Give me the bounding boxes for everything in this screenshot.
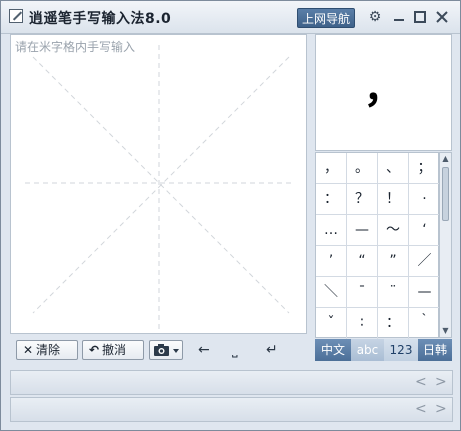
space-icon[interactable]: ⎵ (232, 343, 238, 357)
undo-label: 撤消 (102, 343, 127, 357)
pen-app-icon (9, 9, 23, 23)
symbol-cell[interactable]: ¨ (378, 277, 409, 308)
close-icon[interactable] (434, 8, 450, 26)
clear-button[interactable]: ✕ 清除 (16, 340, 78, 360)
prev-candidates-icon[interactable]: < (415, 402, 427, 417)
preview-character: ， (363, 66, 404, 112)
symbol-cell[interactable]: ～ (378, 215, 409, 246)
window-title: 逍遥笔手写输入法8.0 (29, 11, 172, 27)
symbol-cell[interactable]: ” (378, 246, 409, 277)
prev-candidates-icon[interactable]: < (415, 375, 427, 390)
symbol-cell[interactable]: ； (409, 153, 440, 184)
symbol-cell[interactable]: 。 (347, 153, 378, 184)
symbol-cell[interactable]: ： (378, 308, 409, 339)
maximize-icon[interactable] (412, 8, 428, 26)
symbol-cell[interactable]: “ (347, 246, 378, 277)
web-navigation-button[interactable]: 上网导航 (297, 8, 355, 28)
symbol-cell[interactable]: ： (316, 184, 347, 215)
next-candidates-icon[interactable]: > (435, 375, 447, 390)
scroll-up-icon[interactable]: ▲ (440, 153, 451, 165)
pad-toolbar: ✕ 清除 ↶ 撤消 ← ⎵ ↵ (10, 335, 307, 363)
rice-grid-guide (25, 45, 293, 329)
symbol-grid: ， 。 、 ； ： ？ ！ · … — ～ ‘ ’ “ ” ／ ＼ ¯ ¨ — … (315, 152, 440, 339)
backspace-icon[interactable]: ← (198, 343, 210, 357)
symbol-cell[interactable]: ， (316, 153, 347, 184)
symbol-cell[interactable]: ∶ (347, 308, 378, 339)
recognized-preview: ， (315, 34, 452, 151)
camera-icon (154, 344, 179, 356)
tab-japanese-korean[interactable]: 日韩 (418, 339, 452, 361)
symbol-cell[interactable]: ’ (316, 246, 347, 277)
candidate-row[interactable]: < > (10, 397, 453, 422)
handwriting-window: 逍遥笔手写输入法8.0 上网导航 ⚙ 请在米字格内手写输入 ✕ 清除 ↶ 撤消 … (0, 0, 461, 431)
undo-icon: ↶ (88, 343, 100, 357)
symbol-cell[interactable]: · (409, 184, 440, 215)
symbol-cell[interactable]: ！ (378, 184, 409, 215)
symbol-cell[interactable]: — (347, 215, 378, 246)
symbol-cell[interactable]: … (316, 215, 347, 246)
symbol-cell[interactable]: — (409, 277, 440, 308)
title-bar[interactable]: 逍遥笔手写输入法8.0 上网导航 ⚙ (1, 1, 460, 34)
symbol-cell[interactable]: ˇ (316, 308, 347, 339)
scroll-thumb[interactable] (442, 167, 449, 221)
symbol-cell[interactable]: ？ (347, 184, 378, 215)
symbol-cell[interactable]: ¯ (347, 277, 378, 308)
mode-tabs: 中文 abc 123 日韩 (315, 339, 452, 361)
symbol-cell[interactable]: ‘ (409, 215, 440, 246)
symbol-scrollbar[interactable]: ▲ ▼ (439, 152, 452, 338)
tab-abc[interactable]: abc (351, 339, 384, 361)
minimize-icon[interactable] (391, 8, 407, 26)
pad-hint-text: 请在米字格内手写输入 (15, 40, 136, 54)
scroll-down-icon[interactable]: ▼ (440, 325, 451, 337)
tab-chinese[interactable]: 中文 (315, 339, 351, 361)
symbol-cell[interactable]: ｀ (409, 308, 440, 339)
enter-icon[interactable]: ↵ (266, 343, 278, 357)
handwriting-pad[interactable]: 请在米字格内手写输入 (10, 34, 307, 334)
gear-icon[interactable]: ⚙ (367, 8, 383, 26)
undo-button[interactable]: ↶ 撤消 (82, 340, 144, 360)
camera-button[interactable] (149, 340, 183, 360)
next-candidates-icon[interactable]: > (435, 402, 447, 417)
x-icon: ✕ (22, 343, 34, 357)
symbol-cell[interactable]: ／ (409, 246, 440, 277)
symbol-cell[interactable]: 、 (378, 153, 409, 184)
symbol-cell[interactable]: ＼ (316, 277, 347, 308)
candidate-row[interactable]: < > (10, 370, 453, 395)
clear-label: 清除 (36, 343, 61, 357)
tab-123[interactable]: 123 (384, 339, 418, 361)
